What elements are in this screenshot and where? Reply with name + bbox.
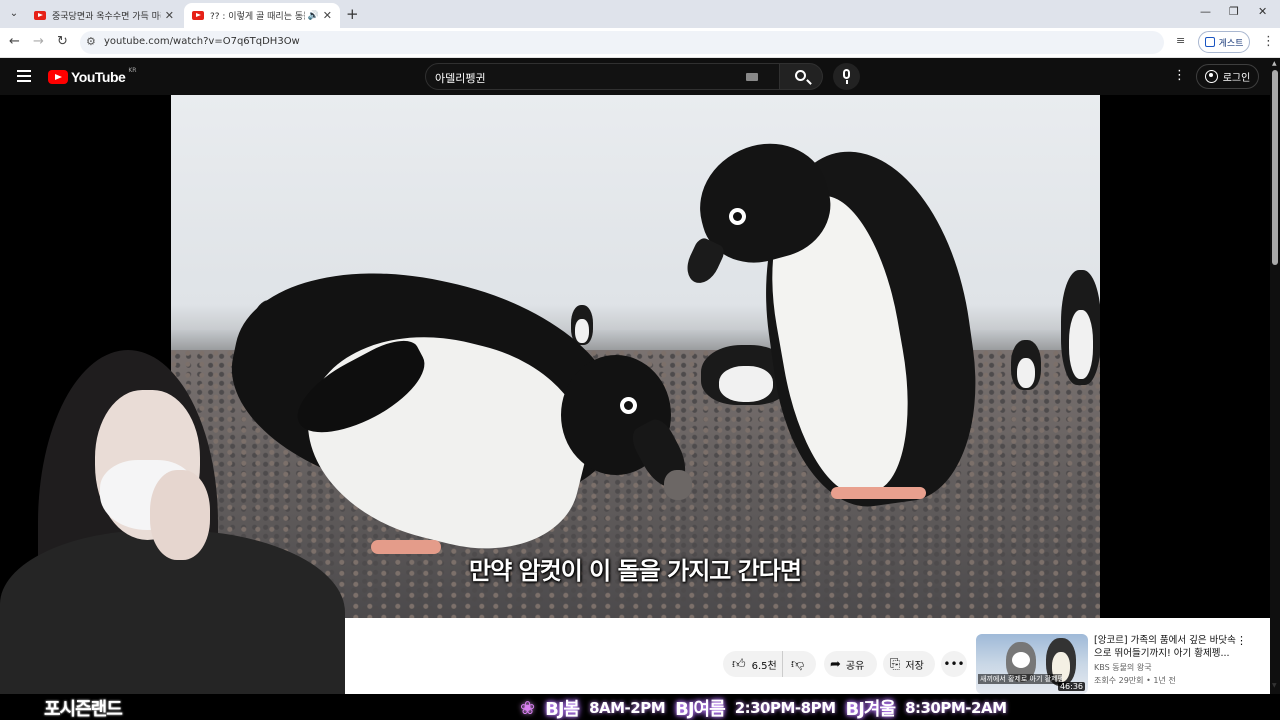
close-window-button[interactable]: ✕ <box>1258 5 1267 18</box>
signin-label: 로그인 <box>1222 73 1251 84</box>
minimize-button[interactable]: — <box>1200 5 1211 18</box>
tab-title: 중국당면과 옥수수면 가득 마라 <box>52 12 161 22</box>
bookmark-icon: ⎘ <box>890 656 901 672</box>
recommended-video[interactable]: 새끼에서 황제로 아기 황제펭귄의 성장기 46:36 [앙코르] 가족의 품에… <box>976 634 1247 694</box>
chrome-menu-icon[interactable]: ⋮ <box>1262 34 1275 49</box>
penguin-eye <box>620 397 637 414</box>
search-icon <box>795 70 806 81</box>
profile-icon <box>1204 37 1215 47</box>
close-tab-icon[interactable]: ✕ <box>165 9 174 22</box>
youtube-favicon-icon <box>34 11 46 20</box>
scroll-down-icon[interactable]: ▼ <box>1272 682 1277 689</box>
pebble <box>664 470 692 500</box>
toolbar: ← → ↻ ⚙ youtube.com/watch?v=O7q6TqDH3Ow … <box>0 28 1280 58</box>
tab-active[interactable]: ?? : 이렇게 골 때리는 동물 🔊 ✕ <box>184 3 340 28</box>
tab-search-icon[interactable]: ⌄ <box>6 6 22 22</box>
penguin-feet <box>371 540 441 554</box>
thumbs-up-icon: 👍︎ <box>732 656 746 672</box>
audio-playing-icon[interactable]: 🔊 <box>308 11 319 21</box>
reload-icon[interactable]: ↻ <box>57 34 68 49</box>
hamburger-menu-icon[interactable] <box>17 70 31 82</box>
channel-brand: 포시즌랜드 <box>44 699 123 720</box>
save-button[interactable]: ⎘ 저장 <box>883 651 935 677</box>
youtube-wordmark: YouTube <box>71 69 126 85</box>
video-meta: 조회수 29만회 • 1년 전 <box>1094 676 1176 685</box>
like-dislike-group: 👍︎ 6.5천 👎︎ <box>723 651 816 677</box>
like-count: 6.5천 <box>751 660 777 672</box>
close-tab-icon[interactable]: ✕ <box>323 9 332 22</box>
schedule-time: 8AM-2PM <box>589 699 666 717</box>
penguin-feet <box>831 487 926 499</box>
flower-icon: ❀ <box>520 697 536 719</box>
site-info-icon[interactable]: ⚙ <box>86 35 96 48</box>
penguin-eye <box>729 208 746 225</box>
streamer-webcam <box>0 350 345 695</box>
user-icon <box>1204 70 1218 83</box>
forward-icon[interactable]: → <box>33 34 44 49</box>
background-penguin <box>1061 270 1100 385</box>
save-label: 저장 <box>905 660 924 672</box>
more-actions-button[interactable]: ••• <box>941 651 967 677</box>
thumbnail-caption: 새끼에서 황제로 아기 황제펭귄의 성장기 <box>978 674 1062 684</box>
search-query: 아델리펭귄 <box>435 72 486 85</box>
video-duration: 46:36 <box>1057 682 1085 691</box>
youtube-logo[interactable]: YouTube KR <box>48 66 137 85</box>
schedule-name: BJ겨울 <box>845 699 897 720</box>
youtube-masthead: YouTube KR 아델리펭귄 ⋮ 로그인 <box>0 58 1280 95</box>
more-options-icon[interactable]: ⋮ <box>1236 634 1247 647</box>
scrollbar[interactable]: ▲ ▼ <box>1270 58 1280 694</box>
share-label: 공유 <box>845 660 865 672</box>
schedule-name: BJ여름 <box>675 699 726 720</box>
video-subtitle: 만약 암컷이 이 돌을 가지고 간다면 <box>469 557 802 585</box>
profile-button[interactable]: 게스트 <box>1198 31 1250 53</box>
microphone-stand <box>846 80 848 84</box>
recommended-title[interactable]: [앙코르] 가족의 품에서 깊은 바닷속으로 뛰어들기까지! 아기 황제펭... <box>1094 634 1238 660</box>
reading-list-icon[interactable]: ≡ <box>1176 34 1185 47</box>
channel-name[interactable]: KBS 동물의 왕국 <box>1094 662 1152 673</box>
signin-button[interactable]: 로그인 <box>1196 64 1259 89</box>
scroll-up-icon[interactable]: ▲ <box>1272 60 1277 67</box>
video-thumbnail[interactable]: 새끼에서 황제로 아기 황제펭귄의 성장기 46:36 <box>976 634 1088 694</box>
address-bar[interactable]: ⚙ youtube.com/watch?v=O7q6TqDH3Ow <box>80 31 1164 54</box>
new-tab-button[interactable]: + <box>346 5 359 23</box>
tab-title: ?? : 이렇게 골 때리는 동물 <box>210 12 305 22</box>
keyboard-icon[interactable] <box>746 73 758 81</box>
youtube-play-icon <box>48 70 68 84</box>
schedule-time: 8:30PM-2AM <box>905 699 1007 717</box>
region-code: KR <box>128 66 137 74</box>
settings-menu-icon[interactable]: ⋮ <box>1173 68 1186 83</box>
stream-banner: 포시즌랜드 ❀ BJ봄 8AM-2PM BJ여름 2:30PM-8PM BJ겨울… <box>0 694 1280 720</box>
microphone-icon <box>843 69 850 79</box>
thumbs-down-icon[interactable]: 👎︎ <box>783 657 804 672</box>
schedule: ❀ BJ봄 8AM-2PM BJ여름 2:30PM-8PM BJ겨울 8:30P… <box>520 695 1007 720</box>
tab-strip: ⌄ 중국당면과 옥수수면 가득 마라 ✕ ?? : 이렇게 골 때리는 동물 🔊… <box>0 0 1280 28</box>
share-icon: ➦ <box>830 656 841 672</box>
youtube-favicon-icon <box>192 11 204 20</box>
url-text[interactable]: youtube.com/watch?v=O7q6TqDH3Ow <box>104 36 300 47</box>
back-icon[interactable]: ← <box>9 34 20 49</box>
scrollbar-thumb[interactable] <box>1272 70 1278 265</box>
schedule-name: BJ봄 <box>545 699 580 720</box>
more-icon: ••• <box>943 657 965 671</box>
schedule-time: 2:30PM-8PM <box>734 699 836 717</box>
like-button[interactable]: 👍︎ 6.5천 <box>723 651 783 677</box>
profile-label: 게스트 <box>1218 38 1244 49</box>
background-penguin <box>1011 340 1041 390</box>
voice-search-button[interactable] <box>833 63 860 90</box>
share-button[interactable]: ➦ 공유 <box>824 651 877 677</box>
streamer-hand <box>150 470 210 560</box>
search-input[interactable]: 아델리펭귄 <box>425 63 780 90</box>
search-button[interactable] <box>780 63 823 90</box>
tab-inactive[interactable]: 중국당면과 옥수수면 가득 마라 ✕ <box>26 3 182 28</box>
restore-button[interactable]: ❐ <box>1229 5 1239 18</box>
